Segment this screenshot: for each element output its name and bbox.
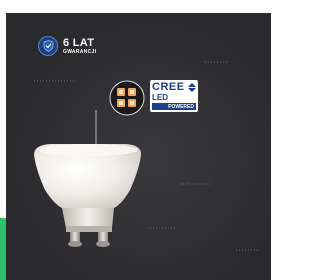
warranty-text: 6 LAT GWARANCJI [63, 36, 97, 55]
cree-led-logo: CREE LED POWERED [150, 80, 198, 112]
cree-led-text: LED [152, 93, 168, 102]
warranty-badge: 6 LAT GWARANCJI [38, 36, 96, 56]
warranty-label: GWARANCJI [63, 48, 97, 55]
gu10-led-bulb [34, 144, 142, 247]
led-chip-closeup [109, 80, 145, 116]
cree-brand-text: CREE [152, 81, 185, 93]
warranty-years: 6 LAT [63, 36, 95, 49]
cree-powered-text: POWERED [152, 103, 196, 110]
cree-arrows-icon [188, 83, 196, 92]
shield-check-icon [38, 36, 58, 56]
